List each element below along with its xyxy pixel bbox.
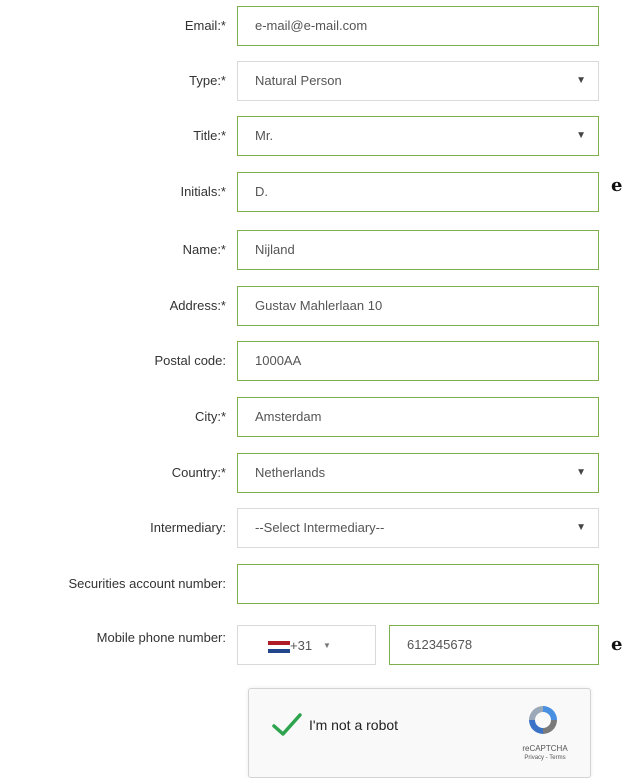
city-row: City:* Amsterdam	[0, 397, 624, 437]
title-row: Title:* Mr. ▼	[0, 116, 624, 156]
info-icon[interactable]: e	[611, 637, 624, 653]
postal-code-label: Postal code:	[154, 353, 226, 368]
country-code-value: +31	[290, 638, 313, 653]
postal-code-row: Postal code: 1000AA	[0, 341, 624, 381]
initials-row: Initials:* D. e	[0, 172, 624, 212]
country-code-select[interactable]: +31 ▼	[237, 625, 376, 665]
postal-code-input[interactable]: 1000AA	[237, 341, 599, 381]
intermediary-row: Intermediary: --Select Intermediary-- ▼	[0, 508, 624, 548]
initials-label: Initials:*	[180, 184, 226, 199]
name-input[interactable]: Nijland	[237, 230, 599, 270]
chevron-down-icon: ▼	[576, 467, 586, 478]
name-row: Name:* Nijland	[0, 230, 624, 270]
netherlands-flag-icon	[268, 641, 290, 653]
chevron-down-icon: ▼	[323, 641, 331, 650]
intermediary-select-value: --Select Intermediary--	[255, 520, 385, 535]
country-row: Country:* Netherlands ▼	[0, 453, 624, 493]
type-select-value: Natural Person	[255, 73, 342, 88]
intermediary-label: Intermediary:	[150, 520, 226, 535]
info-icon[interactable]: e	[611, 178, 624, 194]
securities-row: Securities account number:	[0, 564, 624, 604]
recaptcha-widget: I'm not a robot reCAPTCHA Privacy - Term…	[248, 688, 591, 778]
address-row: Address:* Gustav Mahlerlaan 10	[0, 286, 624, 326]
chevron-down-icon: ▼	[576, 75, 586, 86]
initials-input[interactable]: D.	[237, 172, 599, 212]
name-label: Name:*	[182, 242, 226, 257]
title-select-value: Mr.	[255, 128, 274, 143]
title-label: Title:*	[193, 128, 226, 143]
mobile-input[interactable]: 612345678	[389, 625, 599, 665]
check-icon[interactable]	[271, 711, 303, 739]
chevron-down-icon: ▼	[576, 522, 586, 533]
title-select[interactable]: Mr. ▼	[237, 116, 599, 156]
email-input[interactable]: e-mail@e-mail.com	[237, 6, 599, 46]
email-label: Email:*	[184, 18, 226, 33]
mobile-label: Mobile phone number:	[96, 630, 226, 645]
country-label: Country:*	[171, 465, 226, 480]
type-select[interactable]: Natural Person ▼	[237, 61, 599, 101]
recaptcha-brand: reCAPTCHA	[522, 744, 568, 753]
type-label: Type:*	[189, 73, 226, 88]
city-label: City:*	[194, 409, 226, 424]
mobile-row: Mobile phone number: +31 ▼ 612345678 e	[0, 625, 624, 665]
recaptcha-label[interactable]: I'm not a robot	[309, 717, 398, 733]
recaptcha-logo-icon	[529, 706, 557, 734]
city-input[interactable]: Amsterdam	[237, 397, 599, 437]
address-label: Address:*	[169, 298, 226, 313]
securities-label: Securities account number:	[68, 576, 226, 591]
country-select-value: Netherlands	[255, 465, 326, 480]
email-row: Email:* e-mail@e-mail.com	[0, 6, 624, 46]
type-row: Type:* Natural Person ▼	[0, 61, 624, 101]
securities-input[interactable]	[237, 564, 599, 604]
address-input[interactable]: Gustav Mahlerlaan 10	[237, 286, 599, 326]
chevron-down-icon: ▼	[576, 130, 586, 141]
intermediary-select[interactable]: --Select Intermediary-- ▼	[237, 508, 599, 548]
country-select[interactable]: Netherlands ▼	[237, 453, 599, 493]
recaptcha-links[interactable]: Privacy - Terms	[515, 755, 575, 761]
